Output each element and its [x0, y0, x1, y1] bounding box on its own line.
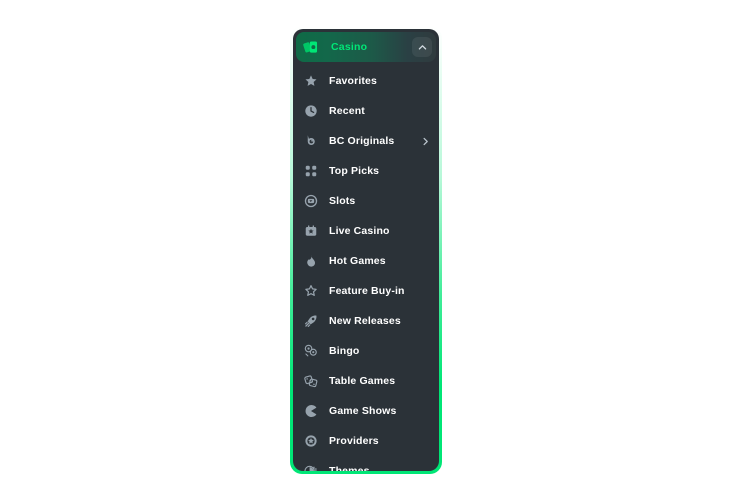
chevron-right-icon[interactable] [419, 135, 431, 147]
menu-item-label: Hot Games [329, 255, 386, 267]
slot-machine-icon [303, 193, 319, 209]
casino-menu-header-label: Casino [331, 41, 368, 53]
menu-item-label: Recent [329, 105, 365, 117]
themes-icon [303, 463, 319, 471]
menu-item-label: Providers [329, 435, 379, 447]
menu-item-label: New Releases [329, 315, 401, 327]
playing-cards-icon [303, 39, 320, 56]
menu-item-label: Feature Buy-in [329, 285, 405, 297]
dice-icon [303, 373, 319, 389]
menu-item-label: Live Casino [329, 225, 390, 237]
star-filled-icon [303, 73, 319, 89]
menu-item-table-games[interactable]: Table Games [293, 366, 439, 396]
bc-originals-icon [303, 133, 319, 149]
menu-item-label: Themes [329, 465, 370, 471]
menu-item-label: Game Shows [329, 405, 397, 417]
menu-item-top-picks[interactable]: Top Picks [293, 156, 439, 186]
menu-item-label: Bingo [329, 345, 360, 357]
casino-menu-panel: Casino Favorites Recent BC Originals Top… [293, 29, 439, 471]
menu-item-hot-games[interactable]: Hot Games [293, 246, 439, 276]
menu-item-themes[interactable]: Themes [293, 456, 439, 471]
menu-item-bc-originals[interactable]: BC Originals [293, 126, 439, 156]
menu-item-label: Top Picks [329, 165, 380, 177]
menu-item-label: BC Originals [329, 135, 395, 147]
menu-item-favorites[interactable]: Favorites [293, 66, 439, 96]
clock-icon [303, 103, 319, 119]
menu-item-game-shows[interactable]: Game Shows [293, 396, 439, 426]
pacman-icon [303, 403, 319, 419]
menu-item-providers[interactable]: Providers [293, 426, 439, 456]
menu-item-label: Table Games [329, 375, 396, 387]
flame-icon [303, 253, 319, 269]
menu-item-new-releases[interactable]: New Releases [293, 306, 439, 336]
menu-item-slots[interactable]: Slots [293, 186, 439, 216]
rocket-icon [303, 313, 319, 329]
casino-menu-list: Favorites Recent BC Originals Top Picks … [293, 62, 439, 471]
chevron-up-icon[interactable] [412, 37, 432, 57]
menu-item-recent[interactable]: Recent [293, 96, 439, 126]
providers-circle-icon [303, 433, 319, 449]
menu-item-label: Favorites [329, 75, 378, 87]
four-dots-icon [303, 163, 319, 179]
casino-menu-header[interactable]: Casino [296, 32, 436, 62]
menu-item-label: Slots [329, 195, 356, 207]
menu-item-feature-buy-in[interactable]: Feature Buy-in [293, 276, 439, 306]
menu-item-live-casino[interactable]: Live Casino [293, 216, 439, 246]
star-outline-icon [303, 283, 319, 299]
menu-item-bingo[interactable]: Bingo [293, 336, 439, 366]
bingo-balls-icon [303, 343, 319, 359]
casino-menu-highlight-ring: Casino Favorites Recent BC Originals Top… [290, 26, 442, 474]
live-casino-icon [303, 223, 319, 239]
